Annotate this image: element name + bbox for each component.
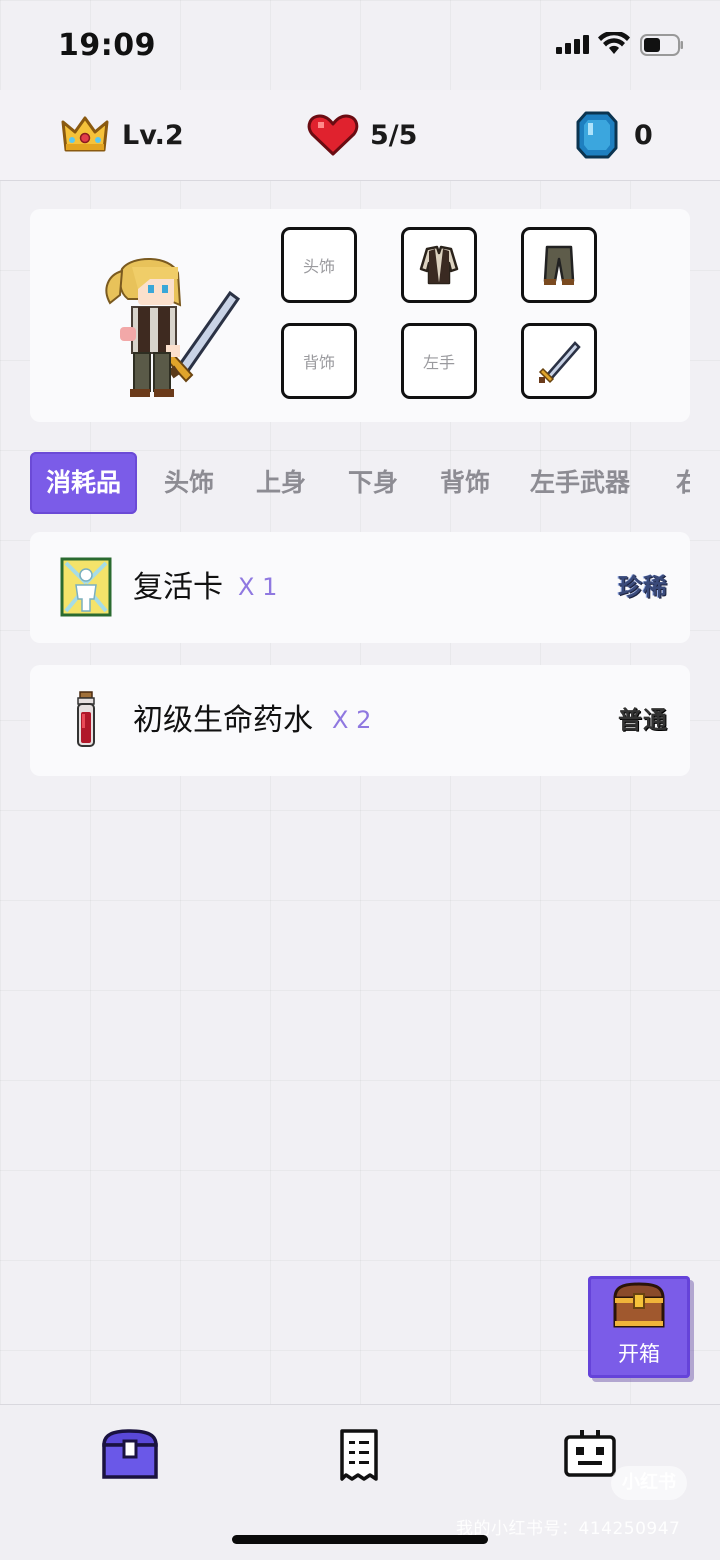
item-quantity: X 2: [332, 706, 372, 734]
open-chest-button[interactable]: 开箱: [588, 1276, 690, 1378]
heart-icon: [307, 114, 359, 156]
gem-icon: [576, 111, 618, 159]
tab-bottom[interactable]: 下身: [348, 452, 398, 514]
item-quantity: X 1: [238, 573, 278, 601]
item-rarity-badge: 普通: [618, 706, 668, 734]
watermark-logo: 小红书: [611, 1466, 687, 1500]
equipment-panel: 头饰 背饰 左手: [30, 209, 690, 422]
battery-icon: [640, 34, 683, 56]
slot-headwear-label: 头饰: [302, 257, 335, 276]
tab-back[interactable]: 背饰: [440, 452, 490, 514]
slot-headwear[interactable]: 头饰: [281, 227, 357, 303]
wifi-icon: [598, 32, 630, 54]
category-tabs: 消耗品 头饰 上身 下身 背饰 左手武器 右: [30, 452, 690, 514]
revive-card-icon: [60, 557, 112, 617]
robot-icon: [564, 1430, 616, 1477]
gem-value: 0: [634, 119, 653, 151]
hp-value: 5/5: [370, 119, 418, 151]
item-name: 复活卡: [133, 570, 223, 605]
cellular-signal-icon: [556, 35, 589, 54]
status-time: 19:09: [58, 28, 156, 63]
slot-left-hand-label: 左手: [422, 353, 455, 372]
chest-icon: [102, 1429, 158, 1479]
potion-icon: [77, 691, 95, 747]
status-bar: 19:09: [0, 0, 720, 90]
nav-inventory[interactable]: [100, 1427, 160, 1483]
slot-back[interactable]: 背饰: [281, 323, 357, 399]
hero-character-sprite: [105, 257, 241, 397]
list-icon: [340, 1429, 378, 1481]
slot-bottom[interactable]: [521, 227, 597, 303]
tab-right-hand-weapon[interactable]: 右: [676, 452, 690, 514]
slot-left-hand[interactable]: 左手: [401, 323, 477, 399]
treasure-chest-icon: [613, 1282, 665, 1328]
sword-icon: [538, 341, 581, 384]
gem-stat: 0: [570, 108, 653, 162]
tab-consumables[interactable]: 消耗品: [30, 452, 138, 514]
inventory-item-revive-card[interactable]: 复活卡 X 1 珍稀: [30, 532, 690, 643]
watermark-text: 我的小红书号：414250947: [456, 1519, 681, 1539]
level-value: Lv.2: [122, 119, 184, 151]
level-stat: Lv.2: [58, 108, 184, 162]
slot-back-label: 背饰: [302, 353, 335, 372]
hp-stat: 5/5: [306, 108, 417, 162]
tab-left-hand-weapon[interactable]: 左手武器: [530, 452, 630, 514]
home-indicator: [232, 1535, 488, 1544]
inventory-item-potion[interactable]: 初级生命药水 X 2 普通: [30, 665, 690, 776]
item-name: 初级生命药水: [133, 703, 313, 738]
open-chest-label: 开箱: [618, 1342, 660, 1366]
tab-top[interactable]: 上身: [256, 452, 306, 514]
slot-top[interactable]: [401, 227, 477, 303]
item-rarity-badge: 珍稀: [618, 573, 668, 601]
slot-right-hand[interactable]: [521, 323, 597, 399]
nav-assistant[interactable]: [560, 1427, 620, 1483]
crown-icon: [61, 116, 109, 152]
tab-headwear[interactable]: 头饰: [164, 452, 214, 514]
pants-icon: [543, 245, 575, 285]
player-stats-bar: Lv.2 5/5 0: [0, 90, 720, 181]
nav-tasks[interactable]: [330, 1427, 390, 1483]
jacket-icon: [419, 245, 459, 285]
